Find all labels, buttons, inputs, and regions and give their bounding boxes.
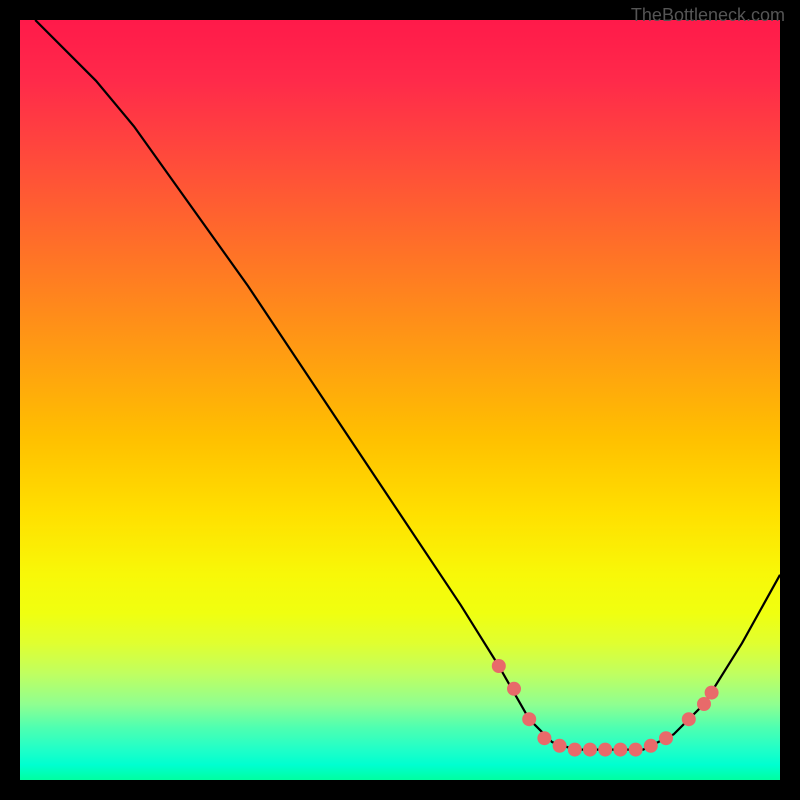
curve-svg: [20, 20, 780, 780]
data-point: [697, 697, 711, 711]
bottleneck-curve: [35, 20, 780, 750]
data-point: [522, 712, 536, 726]
data-point: [568, 743, 582, 757]
data-point: [705, 686, 719, 700]
data-point: [629, 743, 643, 757]
data-point: [613, 743, 627, 757]
plot-area: [20, 20, 780, 780]
data-point: [659, 731, 673, 745]
data-point: [537, 731, 551, 745]
data-point: [507, 682, 521, 696]
data-point: [492, 659, 506, 673]
watermark-text: TheBottleneck.com: [631, 5, 785, 26]
curve-dots: [492, 659, 719, 757]
data-point: [644, 739, 658, 753]
data-point: [583, 743, 597, 757]
data-point: [598, 743, 612, 757]
data-point: [682, 712, 696, 726]
data-point: [553, 739, 567, 753]
